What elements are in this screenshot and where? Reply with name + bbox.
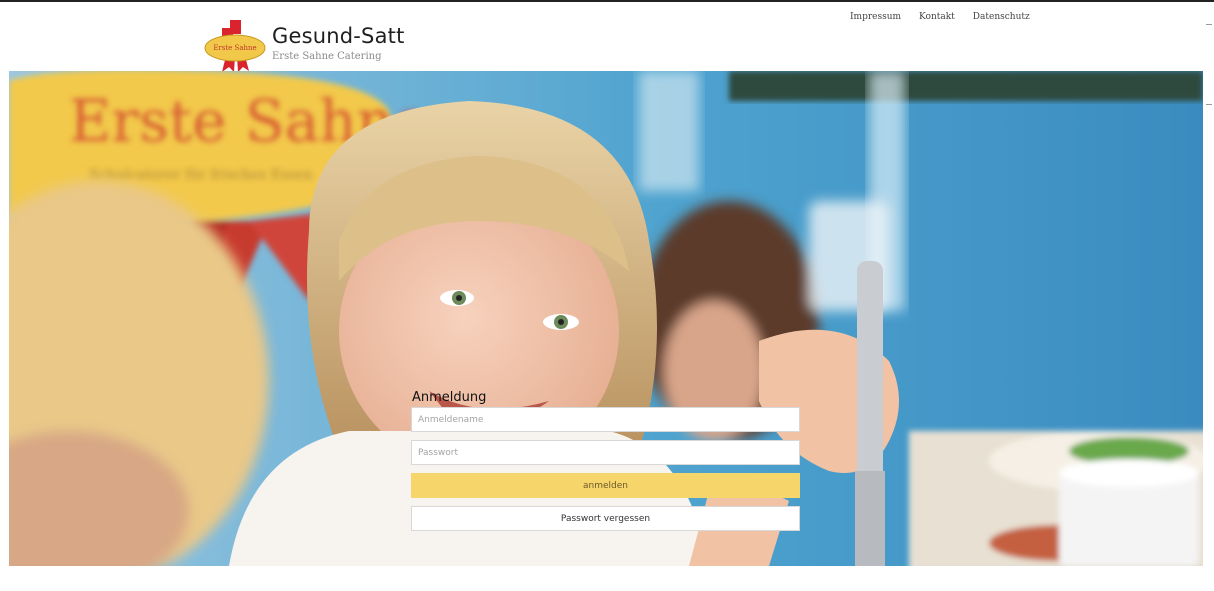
username-input[interactable] (411, 407, 800, 432)
login-title: Anmeldung (412, 390, 487, 405)
nav-link-impressum[interactable]: Impressum (850, 12, 901, 22)
password-input[interactable] (411, 440, 800, 465)
brand-logo[interactable]: Erste Sahne (204, 20, 266, 72)
scroll-marker (1206, 24, 1212, 25)
login-form: Anmeldung anmelden Passwort vergessen (411, 389, 800, 539)
site-title: Gesund-Satt (272, 24, 405, 48)
logo-lettering: Erste Sahne (213, 44, 256, 52)
site-subtitle: Erste Sahne Catering (272, 51, 382, 62)
nav-link-kontakt[interactable]: Kontakt (919, 12, 955, 22)
scroll-marker (1206, 104, 1212, 105)
nav-link-datenschutz[interactable]: Datenschutz (973, 12, 1030, 22)
banner-sublettering: Schulcaterer für frisches Essen (89, 167, 313, 183)
top-navigation: Impressum Kontakt Datenschutz (850, 12, 1030, 22)
table-plate (909, 431, 1203, 566)
forgot-password-button[interactable]: Passwort vergessen (411, 506, 800, 531)
site-header: Erste Sahne Gesund-Satt Erste Sahne Cate… (0, 2, 1214, 72)
login-button[interactable]: anmelden (411, 473, 800, 498)
